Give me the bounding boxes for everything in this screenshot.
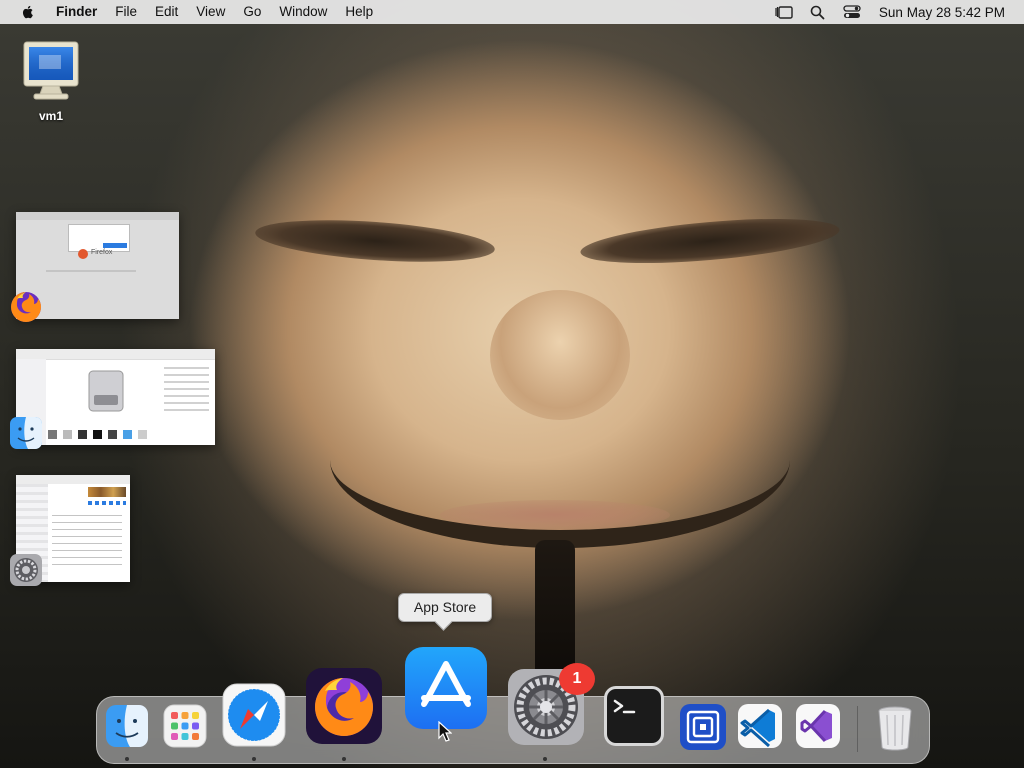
running-indicator	[342, 757, 346, 761]
thumbnail-text: Firefox	[91, 249, 113, 256]
info-panel	[164, 367, 209, 415]
finder-icon[interactable]	[105, 704, 149, 748]
dock-separator	[857, 706, 858, 752]
accent-colors	[88, 501, 126, 505]
finder-icon[interactable]	[9, 416, 43, 450]
wallpaper-detail	[578, 210, 842, 272]
running-indicator	[125, 757, 129, 761]
apple-menu-icon[interactable]	[20, 4, 36, 20]
settings-content	[52, 515, 122, 565]
desktop-icon-vm1[interactable]: vm1	[18, 40, 84, 123]
disk-drive-icon	[88, 370, 124, 412]
safari-icon[interactable]	[221, 682, 287, 748]
menu-bar-clock[interactable]: Sun May 28 5:42 PM	[869, 5, 1024, 20]
dock-tooltip: App Store	[398, 593, 492, 622]
spotlight-search-icon[interactable]	[805, 0, 831, 24]
window-titlebar	[16, 212, 179, 220]
vscode-icon[interactable]	[737, 703, 783, 749]
stage-thumbnail-finder[interactable]	[16, 349, 215, 445]
menu-file[interactable]: File	[106, 0, 146, 24]
terminal-icon[interactable]	[603, 685, 665, 747]
remote-desktop-icon[interactable]	[679, 703, 727, 751]
control-center-icon[interactable]	[839, 0, 865, 24]
icon-row	[48, 427, 178, 441]
trash-icon[interactable]	[872, 703, 918, 751]
desktop-icon-label: vm1	[38, 109, 64, 123]
launchpad-icon[interactable]	[163, 704, 207, 748]
menu-edit[interactable]: Edit	[146, 0, 187, 24]
menu-window[interactable]: Window	[270, 0, 336, 24]
menu-bar: Finder File Edit View Go Window Help Sun…	[0, 0, 1024, 24]
wallpaper-detail	[253, 213, 497, 269]
mouse-cursor-icon	[438, 721, 452, 742]
stage-manager-icon[interactable]	[771, 0, 797, 24]
firefox-icon[interactable]	[9, 290, 43, 324]
dialog-box	[68, 224, 130, 252]
firefox-icon	[78, 249, 88, 259]
window-titlebar	[16, 475, 130, 484]
visual-studio-icon[interactable]	[795, 703, 841, 749]
wallpaper-detail	[330, 460, 790, 548]
firefox-icon[interactable]	[305, 667, 383, 745]
menu-help[interactable]: Help	[336, 0, 382, 24]
app-store-icon[interactable]	[404, 646, 488, 730]
computer-monitor-icon	[23, 41, 79, 100]
running-indicator	[543, 757, 547, 761]
menu-go[interactable]: Go	[234, 0, 270, 24]
wallpaper-detail	[490, 290, 630, 420]
menu-view[interactable]: View	[187, 0, 234, 24]
wallpaper-detail	[535, 540, 575, 680]
system-preferences-icon[interactable]	[9, 553, 43, 587]
running-indicator	[252, 757, 256, 761]
menu-app-finder[interactable]: Finder	[50, 0, 106, 24]
notification-badge: 1	[559, 663, 595, 695]
wallpaper-strip	[88, 487, 126, 497]
